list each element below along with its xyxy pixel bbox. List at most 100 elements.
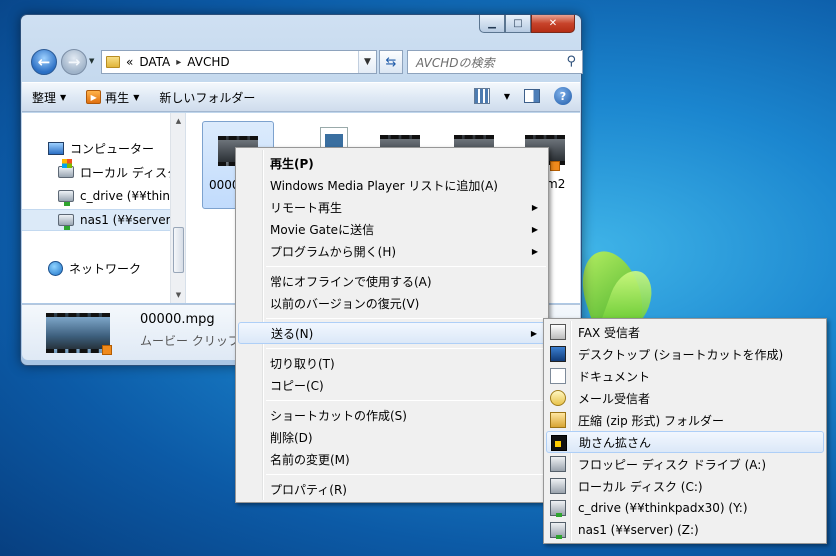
address-overflow[interactable]: «	[126, 55, 133, 69]
menu-label: 助さん拡さん	[579, 435, 652, 450]
caption-buttons: ▁ □ ✕	[479, 15, 575, 33]
play-button[interactable]: ▶ 再生 ▼	[76, 83, 149, 111]
search-icon[interactable]: ⚲	[566, 54, 576, 69]
menu-separator	[266, 266, 546, 267]
sendto-fax[interactable]: FAX 受信者	[546, 321, 824, 343]
breadcrumb-data[interactable]: DATA	[139, 55, 170, 69]
refresh-button[interactable]: ⇆	[379, 50, 403, 74]
menu-label: 削除(D)	[270, 430, 313, 445]
help-icon[interactable]: ?	[554, 87, 572, 105]
menu-item-offline[interactable]: 常にオフラインで使用する(A)	[238, 270, 546, 292]
search-placeholder: AVCHDの検索	[416, 55, 495, 70]
menu-label: 以前のバージョンの復元(V)	[270, 296, 420, 311]
change-view-icon[interactable]	[473, 88, 490, 104]
menu-label: nas1 (¥¥server) (Z:)	[578, 523, 699, 537]
submenu-arrow-icon: ▶	[531, 224, 538, 234]
nav-network[interactable]: ネットワーク	[48, 257, 141, 279]
menu-label: 切り取り(T)	[270, 356, 335, 371]
menu-label: Windows Media Player リストに追加(A)	[270, 178, 498, 193]
menu-item-movie-gate[interactable]: Movie Gateに送信 ▶	[238, 218, 546, 240]
nav-scrollbar[interactable]: ▲ ▼	[170, 113, 185, 303]
preview-pane-icon[interactable]	[524, 89, 540, 103]
menu-label: FAX 受信者	[578, 325, 641, 340]
sendto-local-disk[interactable]: ローカル ディスク (C:)	[546, 475, 824, 497]
navigation-bar: ← → ▼ « DATA ▸ AVCHD ▼ ⇆ AVCHDの検索 ⚲	[29, 47, 583, 77]
submenu-arrow-icon: ▶	[530, 328, 537, 338]
menu-separator	[266, 348, 546, 349]
chevron-down-icon: ▼	[133, 92, 140, 102]
menu-separator	[266, 474, 546, 475]
menu-item-properties[interactable]: プロパティ(R)	[238, 478, 546, 500]
sendto-app[interactable]: 助さん拡さん	[546, 431, 824, 453]
menu-item-rename[interactable]: 名前の変更(M)	[238, 448, 546, 470]
scroll-down-icon[interactable]: ▼	[171, 287, 185, 303]
breadcrumb-separator-icon[interactable]: ▸	[176, 57, 181, 68]
menu-label: フロッピー ディスク ドライブ (A:)	[578, 457, 767, 472]
menu-label: ショートカットの作成(S)	[270, 408, 407, 423]
nav-nas1[interactable]: nas1 (¥¥server)	[22, 209, 185, 231]
breadcrumb-avchd[interactable]: AVCHD	[187, 55, 229, 69]
minimize-button[interactable]: ▁	[479, 15, 505, 33]
menu-item-open-with[interactable]: プログラムから開く(H) ▶	[238, 240, 546, 262]
menu-item-cut[interactable]: 切り取り(T)	[238, 352, 546, 374]
details-file-type: ムービー クリップ	[140, 334, 240, 348]
new-folder-button[interactable]: 新しいフォルダー	[149, 83, 265, 111]
chevron-down-icon: ▼	[60, 92, 67, 102]
address-bar[interactable]: « DATA ▸ AVCHD ▼	[101, 50, 377, 74]
menu-item-delete[interactable]: 削除(D)	[238, 426, 546, 448]
close-button[interactable]: ✕	[531, 15, 575, 33]
menu-label: ローカル ディスク (C:)	[578, 479, 703, 494]
menu-item-play[interactable]: 再生(P)	[238, 152, 546, 174]
nav-c-drive[interactable]: c_drive (¥¥think	[58, 185, 177, 207]
app-icon	[551, 435, 567, 451]
search-box[interactable]: AVCHDの検索 ⚲	[407, 50, 583, 74]
scroll-up-icon[interactable]: ▲	[171, 113, 185, 129]
nav-local-disk-label: ローカル ディスク	[80, 165, 179, 180]
nav-c-drive-label: c_drive (¥¥think	[80, 189, 177, 203]
organize-button[interactable]: 整理 ▼	[22, 83, 76, 111]
menu-label: 圧縮 (zip 形式) フォルダー	[578, 413, 725, 428]
nav-nas1-label: nas1 (¥¥server)	[80, 213, 176, 227]
submenu-arrow-icon: ▶	[531, 202, 538, 212]
network-drive-icon	[550, 522, 566, 539]
sendto-nas1[interactable]: nas1 (¥¥server) (Z:)	[546, 519, 824, 541]
nav-local-disk[interactable]: ローカル ディスク	[58, 159, 179, 183]
video-badge-icon	[550, 161, 560, 171]
sendto-mail[interactable]: メール受信者	[546, 387, 824, 409]
sendto-c-drive[interactable]: c_drive (¥¥thinkpadx30) (Y:)	[546, 497, 824, 519]
menu-item-send-to[interactable]: 送る(N) ▶	[238, 322, 546, 344]
menu-label: 名前の変更(M)	[270, 452, 350, 467]
back-button[interactable]: ←	[31, 49, 57, 75]
play-icon: ▶	[86, 90, 102, 104]
network-drive-icon	[58, 190, 74, 206]
menu-label: プログラムから開く(H)	[270, 244, 397, 259]
menu-item-add-wmp-list[interactable]: Windows Media Player リストに追加(A)	[238, 174, 546, 196]
video-badge-icon	[102, 345, 112, 355]
menu-item-remote-play[interactable]: リモート再生 ▶	[238, 196, 546, 218]
menu-label: c_drive (¥¥thinkpadx30) (Y:)	[578, 501, 748, 515]
computer-icon	[48, 141, 64, 155]
nav-computer[interactable]: コンピューター	[48, 137, 154, 159]
address-dropdown-button[interactable]: ▼	[358, 51, 376, 73]
scroll-thumb[interactable]	[173, 227, 184, 273]
sendto-desktop[interactable]: デスクトップ (ショートカットを作成)	[546, 343, 824, 365]
sendto-floppy[interactable]: フロッピー ディスク ドライブ (A:)	[546, 453, 824, 475]
documents-icon	[550, 368, 566, 384]
menu-label: 再生(P)	[270, 156, 314, 171]
view-dropdown-icon[interactable]: ▼	[504, 92, 510, 101]
menu-label: 常にオフラインで使用する(A)	[270, 274, 432, 289]
nav-network-label: ネットワーク	[69, 261, 142, 276]
forward-button[interactable]: →	[61, 49, 87, 75]
maximize-button[interactable]: □	[505, 15, 531, 33]
sendto-documents[interactable]: ドキュメント	[546, 365, 824, 387]
menu-item-restore-versions[interactable]: 以前のバージョンの復元(V)	[238, 292, 546, 314]
desktop-icon	[550, 346, 566, 362]
recent-pages-dropdown[interactable]: ▼	[89, 57, 94, 65]
menu-separator	[266, 400, 546, 401]
menu-item-copy[interactable]: コピー(C)	[238, 374, 546, 396]
command-bar: 整理 ▼ ▶ 再生 ▼ 新しいフォルダー ▼ ?	[22, 82, 580, 112]
local-disk-icon	[58, 159, 74, 178]
context-menu: 再生(P) Windows Media Player リストに追加(A) リモー…	[235, 147, 549, 503]
menu-item-create-shortcut[interactable]: ショートカットの作成(S)	[238, 404, 546, 426]
sendto-zip[interactable]: 圧縮 (zip 形式) フォルダー	[546, 409, 824, 431]
